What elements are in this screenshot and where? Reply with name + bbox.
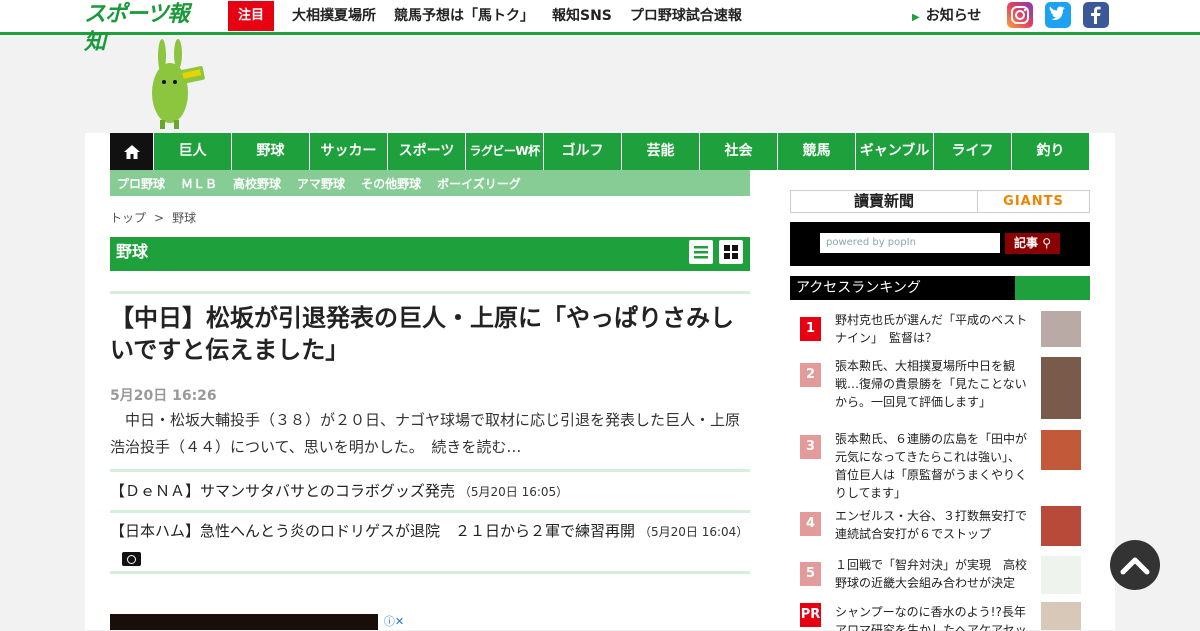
sub-nav-item[interactable]: ボーイズリーグ	[437, 175, 521, 192]
top-nav-item[interactable]: 競馬予想は「馬トク」	[394, 0, 534, 32]
ranking-thumbnail	[1041, 311, 1081, 347]
home-icon[interactable]	[110, 133, 153, 170]
divider	[110, 510, 750, 513]
top-nav: 大相撲夏場所 競馬予想は「馬トク」 報知SNS プロ野球試合速報	[292, 0, 760, 32]
sub-nav-item[interactable]: プロ野球	[117, 175, 165, 192]
ranking-header: アクセスランキング	[790, 276, 1090, 300]
article-headline[interactable]: 【中日】松坂が引退発表の巨人・上原に「やっぱりさみしいですと伝えました」	[110, 302, 750, 366]
main-nav-item[interactable]: ゴルフ	[543, 133, 621, 170]
search-input[interactable]: powered by popIn	[820, 233, 1000, 253]
giants-link[interactable]: GIANTS	[978, 191, 1089, 212]
yomiuri-link[interactable]: 讀賣新聞	[791, 191, 978, 212]
highlight-badge[interactable]: 注目	[228, 1, 274, 31]
main-nav-item[interactable]: 競馬	[777, 133, 855, 170]
breadcrumb: トップ > 野球	[110, 209, 196, 226]
top-nav-item[interactable]: 報知SNS	[552, 0, 612, 32]
ranking-thumbnail	[1041, 556, 1081, 594]
rank-badge: 3	[800, 435, 821, 459]
main-nav-item[interactable]: 芸能	[621, 133, 699, 170]
ranking-thumbnail	[1041, 430, 1081, 470]
ranking-text: 張本勲氏、大相撲夏場所中日を観戦…復帰の貴景勝を「見たことないから。一回見て評価…	[835, 359, 1027, 409]
twitter-icon[interactable]	[1045, 2, 1071, 28]
main-nav-item[interactable]: 釣り	[1011, 133, 1089, 170]
advertisement[interactable]	[110, 614, 410, 630]
main-nav-item[interactable]: 社会	[699, 133, 777, 170]
grid-view-icon[interactable]	[719, 240, 743, 264]
article-date: 5月20日 16:26	[110, 388, 217, 404]
sub-nav-item[interactable]: ＭＬＢ	[181, 175, 217, 192]
main-nav-item[interactable]: スポーツ	[387, 133, 465, 170]
read-more-link[interactable]: 続きを読む…	[431, 438, 521, 456]
mascot-illustration	[148, 38, 208, 130]
divider	[110, 469, 750, 472]
main-nav-item[interactable]: ギャンブル	[855, 133, 933, 170]
ranking-text: １回戦で「智弁対決」が実現 高校野球の近畿大会組み合わせが決定	[835, 558, 1028, 590]
search-icon: ⚲	[1042, 236, 1051, 250]
list-view-icon[interactable]	[689, 240, 713, 264]
facebook-icon[interactable]	[1083, 2, 1109, 28]
rank-badge: 1	[800, 317, 821, 341]
search-box: powered by popIn 記事 ⚲	[790, 222, 1090, 266]
main-nav: 巨人 野球 サッカー スポーツ ラグビーW杯 ゴルフ 芸能 社会 競馬 ギャンブ…	[110, 133, 1089, 170]
ranking-text: 野村克也氏が選んだ「平成のベストナイン」 監督は？	[835, 313, 1028, 345]
ranking-text: シャンプーなのに香水のよう!?長年アロマ研究を生かしたヘアケアセッ	[835, 605, 1027, 631]
breadcrumb-current[interactable]: 野球	[172, 211, 196, 225]
sub-nav-item[interactable]: 高校野球	[233, 175, 281, 192]
chevron-up-icon	[1120, 557, 1150, 575]
article-lead: 中日・松坂大輔投手（３８）が２０日、ナゴヤ球場で取材に応じ引退を発表した巨人・上…	[110, 411, 741, 456]
ranking-text: エンゼルス・大谷、３打数無安打で連続試合安打が６でストップ	[835, 509, 1028, 541]
main-nav-item[interactable]: 巨人	[153, 133, 231, 170]
search-button[interactable]: 記事 ⚲	[1005, 233, 1060, 254]
rank-badge: PR	[800, 603, 821, 627]
divider	[110, 291, 750, 294]
main-nav-item[interactable]: 野球	[231, 133, 309, 170]
section-title: 野球	[116, 242, 149, 261]
ranking-title: アクセスランキング	[790, 276, 1015, 300]
site-logo[interactable]: スポーツ報知	[84, 1, 208, 55]
rank-badge: 5	[800, 562, 821, 586]
related-article[interactable]: 【日本ハム】急性へんとう炎のロドリゲスが退院 ２１日から２軍で練習再開 （5月20…	[110, 518, 750, 571]
main-nav-item[interactable]: ラグビーW杯	[465, 133, 543, 170]
divider	[110, 571, 750, 574]
sub-nav-item[interactable]: アマ野球	[297, 175, 345, 192]
ad-choices-icon[interactable]: ⓘ✕	[378, 614, 410, 630]
sub-nav-item[interactable]: その他野球	[361, 175, 421, 192]
instagram-icon[interactable]	[1007, 2, 1033, 28]
play-triangle-icon: ▶	[912, 12, 920, 23]
sub-nav: プロ野球 ＭＬＢ 高校野球 アマ野球 その他野球 ボーイズリーグ	[110, 170, 750, 196]
ranking-thumbnail	[1041, 506, 1081, 546]
back-to-top-button[interactable]	[1110, 540, 1160, 590]
main-nav-item[interactable]: サッカー	[309, 133, 387, 170]
breadcrumb-home[interactable]: トップ	[110, 211, 146, 225]
partner-banner: 讀賣新聞 GIANTS	[790, 190, 1090, 213]
camera-icon	[122, 551, 141, 566]
rank-badge: 2	[800, 363, 821, 387]
related-article[interactable]: 【ＤｅＮＡ】サマンサタバサとのコラボグッズ発売 （5月20日 16:05）	[110, 478, 750, 505]
ranking-thumbnail	[1041, 602, 1081, 630]
ranking-header-accent	[1015, 276, 1090, 300]
top-bar: スポーツ報知 注目 大相撲夏場所 競馬予想は「馬トク」 報知SNS プロ野球試合…	[0, 0, 1200, 55]
notice-link[interactable]: ▶ お知らせ	[912, 0, 981, 32]
main-nav-item[interactable]: ライフ	[933, 133, 1011, 170]
ranking-thumbnail	[1041, 357, 1081, 419]
rank-badge: 4	[800, 512, 821, 536]
section-header: 野球	[110, 237, 750, 271]
breadcrumb-separator: >	[154, 211, 165, 225]
top-nav-item[interactable]: 大相撲夏場所	[292, 0, 376, 32]
top-nav-item[interactable]: プロ野球試合速報	[630, 0, 742, 32]
ranking-text: 張本勲氏、６連勝の広島を「田中が元気になってきたらこれは強い」、首位巨人は「原監…	[835, 432, 1028, 500]
